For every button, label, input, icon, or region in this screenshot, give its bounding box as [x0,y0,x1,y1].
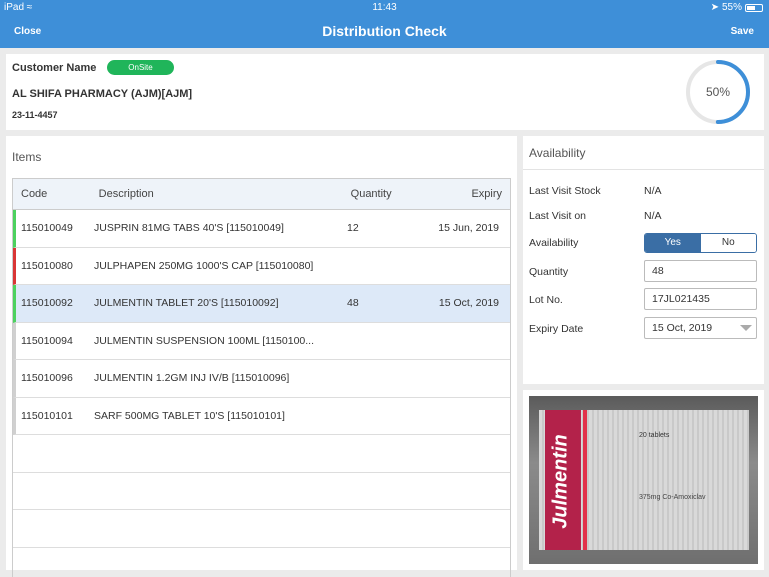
empty-row [13,548,510,577]
availability-label: Availability [529,237,579,249]
onsite-badge: OnSite [107,60,174,75]
header-quantity: Quantity [350,188,392,200]
row-expiry: 15 Oct, 2019 [438,297,499,310]
page-title: Distribution Check [322,23,447,39]
row-quantity: 48 [347,297,359,310]
row-description: JULMENTIN 1.2GM INJ IV/B [115010096] [94,372,290,385]
header-code: Code [21,188,48,200]
customer-id: 23-11-4457 [12,110,58,120]
customer-card: Customer Name OnSite AL SHIFA PHARMACY (… [6,54,764,130]
customer-name: AL SHIFA PHARMACY (AJM)[AJM] [12,88,193,100]
divider [523,169,764,170]
row-code: 115010096 [21,372,73,385]
expiry-date-picker[interactable]: 15 Oct, 2019 [644,317,757,339]
row-code: 115010049 [21,222,73,235]
product-box: Julmentin 20 tablets 375mg Co-Amoxiclav [539,410,749,550]
progress-gauge: 50% [684,58,752,126]
row-description: JUSPRIN 81MG TABS 40'S [115010049] [94,222,284,235]
lot-input[interactable]: 17JL021435 [644,288,757,310]
header-expiry: Expiry [471,188,502,200]
last-visit-stock-value: N/A [644,185,662,197]
last-visit-stock-label: Last Visit Stock [529,185,601,197]
table-header: Code Description Quantity Expiry [13,179,510,210]
customer-name-label: Customer Name [12,62,97,74]
yes-option[interactable]: Yes [645,234,701,252]
brand-label: Julmentin [549,434,572,529]
location-icon: ➤ [710,2,719,13]
lot-label: Lot No. [529,294,563,306]
availability-panel: Availability Last Visit Stock N/A Last V… [523,136,764,384]
items-title: Items [12,150,42,164]
row-expiry: 15 Jun, 2019 [438,222,499,235]
status-right: ➤ 55% [711,2,763,13]
clock: 11:43 [372,2,397,13]
no-option[interactable]: No [700,234,756,252]
save-button[interactable]: Save [731,26,754,37]
last-visit-on-label: Last Visit on [529,210,587,222]
empty-row [13,510,510,548]
box-dose: 375mg Co-Amoxiclav [639,494,706,501]
table-row[interactable]: 115010101 SARF 500MG TABLET 10'S [115010… [13,397,510,435]
row-description: JULMENTIN TABLET 20'S [115010092] [94,297,279,310]
box-tablet-count: 20 tablets [639,432,670,439]
items-panel: Items Code Description Quantity Expiry 1… [6,136,517,577]
navigation-bar: iPad ≈ 11:43 ➤ 55% Close Distribution Ch… [0,0,769,48]
battery-icon [745,3,763,12]
product-photo[interactable]: Julmentin 20 tablets 375mg Co-Amoxiclav [529,396,758,564]
last-visit-on-value: N/A [644,210,662,222]
battery-percent: 55% [721,2,742,13]
row-code: 115010094 [21,334,73,347]
box-stripe-accent [583,410,587,550]
expiry-value: 15 Oct, 2019 [652,322,713,334]
table-row[interactable]: 115010049 JUSPRIN 81MG TABS 40'S [115010… [13,210,510,248]
row-code: 115010080 [21,259,73,272]
empty-row [13,473,510,510]
empty-row [13,435,510,473]
table-row-selected[interactable]: 115010092 JULMENTIN TABLET 20'S [1150100… [13,285,510,323]
status-bar: iPad ≈ 11:43 ➤ 55% [0,0,769,16]
chevron-down-icon [740,325,752,331]
quantity-input[interactable]: 48 [644,260,757,282]
table-row[interactable]: 115010080 JULPHAPEN 250MG 1000'S CAP [11… [13,247,510,285]
availability-toggle: Yes No [644,233,757,253]
row-description: JULPHAPEN 250MG 1000'S CAP [115010080] [94,259,314,272]
product-photo-panel: Julmentin 20 tablets 375mg Co-Amoxiclav [523,390,764,570]
table-row[interactable]: 115010094 JULMENTIN SUSPENSION 100ML [11… [13,322,510,360]
battery-fill [747,5,755,10]
row-quantity: 12 [347,222,359,235]
header-description: Description [98,188,154,200]
row-code: 115010101 [21,409,73,422]
row-description: JULMENTIN SUSPENSION 100ML [1150100... [94,334,315,347]
row-code: 115010092 [21,297,73,310]
progress-percent: 50% [705,85,731,99]
row-description: SARF 500MG TABLET 10'S [115010101] [94,409,285,422]
table-row[interactable]: 115010096 JULMENTIN 1.2GM INJ IV/B [1150… [13,360,510,398]
expiry-label: Expiry Date [529,323,584,335]
quantity-label: Quantity [529,266,569,278]
availability-title: Availability [529,146,586,160]
items-table: Code Description Quantity Expiry 1150100… [12,178,511,577]
